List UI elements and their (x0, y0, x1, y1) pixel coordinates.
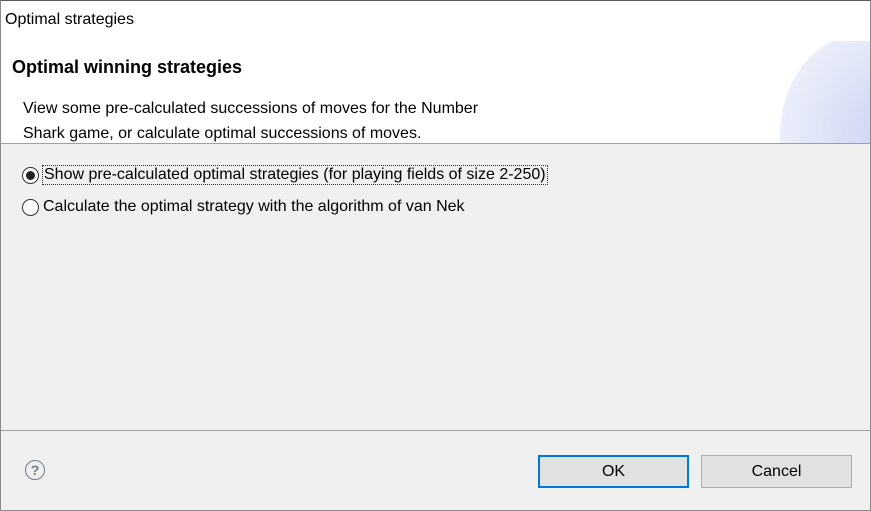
description-line: Shark game, or calculate optimal success… (23, 125, 422, 142)
help-icon[interactable]: ? (25, 460, 45, 480)
description-line: View some pre-calculated successions of … (23, 100, 479, 117)
footer-divider (1, 430, 870, 431)
cancel-button[interactable]: Cancel (701, 455, 852, 488)
dialog-header: Optimal winning strategies View some pre… (1, 41, 870, 144)
header-description: View some pre-calculated successions of … (23, 96, 479, 143)
radio-show-precalculated[interactable]: Show pre-calculated optimal strategies (… (22, 165, 548, 185)
page-title: Optimal winning strategies (12, 57, 243, 77)
radio-label[interactable]: Show pre-calculated optimal strategies (… (42, 165, 548, 185)
title-bar: Optimal strategies (1, 1, 870, 41)
radio-selected-icon[interactable] (22, 166, 39, 184)
radio-calculate-van-nek[interactable]: Calculate the optimal strategy with the … (22, 198, 465, 216)
header-decoration (780, 41, 870, 143)
radio-label[interactable]: Calculate the optimal strategy with the … (43, 198, 465, 216)
ok-button[interactable]: OK (538, 455, 689, 488)
dialog-window: Optimal strategies Optimal winning strat… (0, 0, 871, 511)
radio-unselected-icon[interactable] (22, 198, 39, 216)
window-title: Optimal strategies (5, 11, 134, 28)
